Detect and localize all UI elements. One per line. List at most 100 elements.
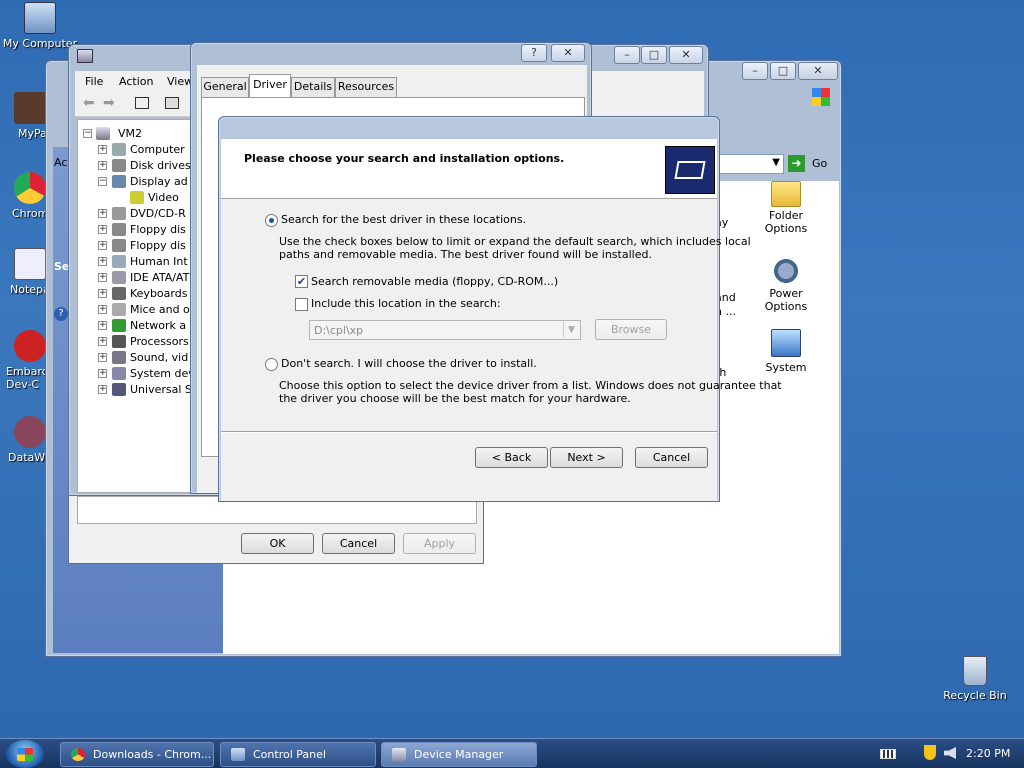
computer-icon [96, 127, 110, 140]
tree-category[interactable]: + Computer [78, 142, 196, 158]
expand-icon[interactable]: + [98, 225, 107, 234]
cp-item-power-options[interactable]: Power Options [746, 257, 826, 313]
desktop-icon-my-computer[interactable]: My Computer [0, 2, 80, 50]
tree-category[interactable]: + System dev [78, 366, 196, 382]
help-button[interactable]: ? [521, 44, 547, 62]
properties-icon[interactable] [165, 97, 179, 109]
tree-category[interactable]: + DVD/CD-R [78, 206, 196, 222]
tree-category[interactable]: + Mice and o [78, 302, 196, 318]
tree-label: System dev [130, 367, 195, 380]
tree-category[interactable]: + Human Int [78, 254, 196, 270]
folder-icon [771, 181, 801, 207]
maximize-button[interactable]: □ [641, 46, 667, 64]
expand-icon[interactable]: + [98, 289, 107, 298]
wizard-header-title: Please choose your search and installati… [244, 152, 565, 165]
desktop-icon-recycle-bin[interactable]: Recycle Bin [935, 656, 1015, 702]
search-best-driver-radio[interactable] [265, 214, 278, 227]
close-button[interactable]: ✕ [798, 62, 838, 80]
back-arrow-icon[interactable]: ⬅ [83, 95, 95, 111]
expand-icon[interactable]: + [98, 369, 107, 378]
show-hide-tree-icon[interactable] [135, 97, 149, 109]
menu-file[interactable]: File [85, 75, 103, 88]
close-button[interactable]: ✕ [551, 44, 585, 62]
device-icon [112, 239, 126, 252]
tree-category[interactable]: + Processors [78, 334, 196, 350]
tree-child-item[interactable]: Video [78, 190, 196, 206]
tab-label: General [203, 80, 247, 93]
expand-icon[interactable]: + [98, 353, 107, 362]
check1-label[interactable]: Search removable media (floppy, CD-ROM..… [311, 275, 558, 288]
next-button[interactable]: Next > [550, 447, 623, 468]
tree-root[interactable]: − VM2 [78, 126, 196, 142]
expand-icon[interactable]: + [98, 257, 107, 266]
tree-category[interactable]: + Sound, vid [78, 350, 196, 366]
tab-details[interactable]: Details [291, 77, 335, 97]
taskbar-button-control-panel[interactable]: Control Panel [220, 742, 376, 767]
option1-label[interactable]: Search for the best driver in these loca… [281, 213, 526, 226]
close-button[interactable]: ✕ [669, 46, 703, 64]
minimize-button[interactable]: – [742, 62, 768, 80]
taskbar-button-downloads[interactable]: Downloads - Chrom... [60, 742, 214, 767]
tab-general[interactable]: General [201, 77, 249, 97]
path-combobox[interactable]: D:\cpl\xp ▼ [309, 320, 581, 340]
minimize-button[interactable]: – [614, 46, 640, 64]
cp-item-folder-options[interactable]: Folder Options [746, 181, 826, 235]
cancel-button[interactable]: Cancel [322, 533, 395, 554]
expand-icon[interactable]: + [98, 273, 107, 282]
device-icon [130, 191, 144, 204]
menu-action[interactable]: Action [119, 75, 153, 88]
cp-item-label: System [765, 361, 807, 374]
tab-driver[interactable]: Driver [249, 74, 291, 97]
expand-icon[interactable]: + [98, 321, 107, 330]
hardware-wizard-icon [665, 146, 715, 194]
include-location-checkbox[interactable] [295, 298, 308, 311]
collapse-icon[interactable]: − [98, 177, 107, 186]
collapse-icon[interactable]: − [83, 129, 92, 138]
device-icon [112, 319, 126, 332]
taskbar-button-device-manager[interactable]: Device Manager [381, 742, 537, 767]
device-icon [112, 207, 126, 220]
clock[interactable]: 2:20 PM [966, 747, 1010, 760]
tree-category[interactable]: + Network a [78, 318, 196, 334]
go-button[interactable]: ➜ Go [788, 154, 836, 174]
device-icon [112, 303, 126, 316]
cp-item-system[interactable]: System [746, 329, 826, 374]
chrome-icon [14, 172, 46, 204]
expand-icon[interactable]: + [98, 145, 107, 154]
tree-category[interactable]: + IDE ATA/AT [78, 270, 196, 286]
tree-label: VM2 [118, 127, 143, 140]
ok-button[interactable]: OK [241, 533, 314, 554]
keyboard-icon[interactable] [880, 749, 896, 759]
forward-arrow-icon[interactable]: ➡ [103, 95, 115, 111]
check2-label[interactable]: Include this location in the search: [311, 297, 501, 310]
option2-label[interactable]: Don't search. I will choose the driver t… [281, 357, 537, 370]
computer-icon [24, 2, 56, 34]
browse-button[interactable]: Browse [595, 319, 667, 340]
tree-category[interactable]: + Floppy dis [78, 222, 196, 238]
start-button[interactable] [6, 740, 44, 768]
volume-icon[interactable] [944, 747, 956, 759]
apply-button[interactable]: Apply [403, 533, 476, 554]
expand-icon[interactable]: + [98, 161, 107, 170]
tree-category[interactable]: − Display ad [78, 174, 196, 190]
tab-resources[interactable]: Resources [335, 77, 397, 97]
dont-search-radio[interactable] [265, 358, 278, 371]
tree-category[interactable]: + Disk drives [78, 158, 196, 174]
tree-category[interactable]: + Floppy dis [78, 238, 196, 254]
expand-icon[interactable]: + [98, 305, 107, 314]
tree-label: Universal S [130, 383, 192, 396]
tree-category[interactable]: + Keyboards [78, 286, 196, 302]
back-button[interactable]: < Back [475, 447, 548, 468]
address-bar[interactable]: ▼ [718, 154, 784, 174]
cancel-button[interactable]: Cancel [635, 447, 708, 468]
tree-category[interactable]: + Universal S [78, 382, 196, 398]
maximize-button[interactable]: □ [770, 62, 796, 80]
removable-media-checkbox[interactable]: ✔ [295, 275, 308, 288]
expand-icon[interactable]: + [98, 209, 107, 218]
power-icon [772, 257, 800, 285]
device-tree: − VM2 + Computer + Disk drives − Display ad Vi… [77, 119, 195, 493]
expand-icon[interactable]: + [98, 241, 107, 250]
expand-icon[interactable]: + [98, 337, 107, 346]
security-shield-icon[interactable] [924, 745, 936, 760]
expand-icon[interactable]: + [98, 385, 107, 394]
